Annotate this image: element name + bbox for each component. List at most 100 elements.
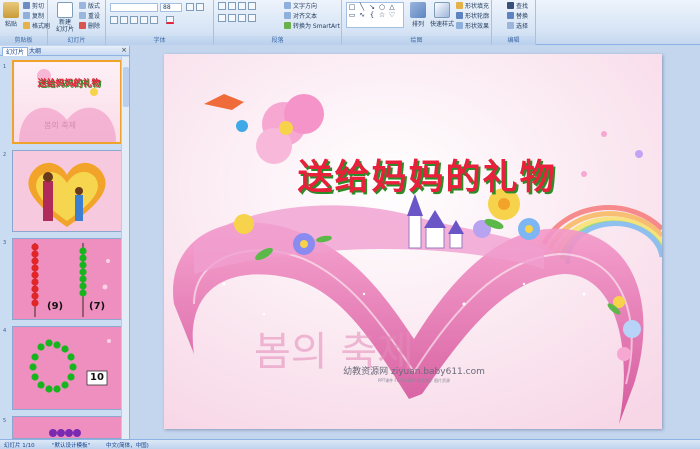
smartart-icon — [284, 22, 291, 29]
reset-button[interactable]: 重设 — [79, 11, 100, 20]
arrange-button[interactable]: 排列 — [408, 2, 428, 28]
arrow-shape-icon[interactable]: ↘ — [368, 3, 376, 11]
quick-styles-button[interactable]: 快速样式 — [430, 2, 454, 28]
slide-thumbnail-1[interactable]: 送给妈妈的礼物 봄의 축제 — [12, 60, 122, 144]
align-left-icon[interactable] — [218, 14, 226, 22]
slides-group: 新建 幻灯片 版式 重设 删除 幻灯片 — [48, 0, 106, 45]
font-color-icon[interactable] — [166, 16, 174, 24]
justify-icon[interactable] — [248, 14, 256, 22]
slide-position: 幻灯片 1/10 — [4, 443, 35, 449]
slide-number: 1 — [3, 64, 7, 70]
star-shape-icon[interactable]: ☆ — [378, 11, 386, 19]
triangle-shape-icon[interactable]: △ — [388, 3, 396, 11]
new-slide-button[interactable]: 新建 幻灯片 — [52, 2, 78, 33]
underline-icon[interactable] — [130, 16, 138, 24]
oval-shape-icon[interactable]: ○ — [378, 3, 386, 11]
layout-icon — [79, 2, 86, 9]
fill-bucket-icon — [456, 2, 463, 9]
slide-2-art — [13, 151, 121, 231]
slide-number: 4 — [3, 328, 7, 334]
slide-3-left-label: (9) — [47, 301, 64, 312]
cut-button[interactable]: 剪切 — [23, 1, 44, 10]
slide-thumbnail-5[interactable] — [12, 416, 122, 439]
paragraph-group: 文字方向 对齐文本 转换为 SmartArt 段落 — [214, 0, 342, 45]
shapes-gallery[interactable]: □ ╲ ↘ ○ △ ▭ ∿{☆ ♡ — [346, 2, 404, 28]
copy-icon — [23, 12, 30, 19]
heart-shape-icon[interactable]: ♡ — [388, 11, 396, 19]
reset-icon — [79, 12, 86, 19]
theme-name[interactable]: "默认设计模板" — [52, 441, 90, 449]
align-text-icon — [284, 12, 291, 19]
slide-3-right-label: (7) — [89, 301, 106, 312]
align-right-icon[interactable] — [238, 14, 246, 22]
format-painter-button[interactable]: 格式刷 — [23, 21, 50, 30]
layout-button[interactable]: 版式 — [79, 1, 100, 10]
grow-font-icon[interactable] — [186, 3, 194, 11]
slide-thumbnail-3[interactable]: (9) (7) — [12, 238, 122, 320]
find-button[interactable]: 查找 — [507, 1, 528, 10]
align-center-icon[interactable] — [228, 14, 236, 22]
rect-shape-icon[interactable]: □ — [348, 3, 356, 11]
status-bar: 幻灯片 1/10 "默认设计模板" 中文(简体，中国) — [0, 439, 700, 449]
shadow-icon[interactable] — [150, 16, 158, 24]
paste-button[interactable]: 粘贴 — [1, 2, 21, 28]
slide-1-title: 送给妈妈的礼物 — [37, 79, 101, 89]
close-icon[interactable]: × — [121, 46, 127, 54]
text-direction-button[interactable]: 文字方向 — [284, 1, 317, 10]
slide-1-watermark: 봄의 축제 — [44, 121, 76, 130]
slide-thumbnail-4[interactable]: 10 — [12, 326, 122, 410]
bold-icon[interactable] — [110, 16, 118, 24]
align-text-button[interactable]: 对齐文本 — [284, 11, 317, 20]
editing-group: 查找 替换 选择 编辑 — [492, 0, 536, 45]
font-size-combo[interactable]: 88 — [160, 3, 182, 12]
numbering-icon[interactable] — [228, 2, 236, 10]
rect2-shape-icon[interactable]: ▭ — [348, 11, 356, 19]
line-shape-icon[interactable]: ╲ — [358, 3, 366, 11]
copy-button[interactable]: 复制 — [23, 11, 44, 20]
curve-shape-icon[interactable]: ∿ — [358, 11, 366, 19]
font-name-combo[interactable] — [110, 3, 158, 12]
brace-shape-icon[interactable]: { — [368, 11, 376, 19]
language-indicator[interactable]: 中文(简体，中国) — [106, 441, 149, 449]
slide-5-art — [13, 417, 121, 438]
increase-indent-icon[interactable] — [248, 2, 256, 10]
clipboard-label: 剪贴板 — [0, 36, 47, 45]
tab-outline[interactable]: 大纲 — [26, 47, 44, 56]
new-slide-icon — [57, 2, 73, 18]
slide-canvas: 봄의 축제 送给妈妈的礼物 幼教资源网 ziyuan.baby611.com P… — [131, 46, 700, 439]
font-group: 88 字体 — [106, 0, 214, 45]
font-label: 字体 — [106, 36, 213, 45]
replace-button[interactable]: 替换 — [507, 11, 528, 20]
tab-slides[interactable]: 幻灯片 — [2, 47, 29, 56]
select-button[interactable]: 选择 — [507, 21, 528, 30]
scissors-icon — [23, 2, 30, 9]
decrease-indent-icon[interactable] — [238, 2, 246, 10]
slide-thumbnail-2[interactable] — [12, 150, 122, 232]
clipboard-icon — [3, 2, 19, 18]
slides-panel: 幻灯片 大纲 × 1 送给妈妈的礼物 봄의 축제 2 3 (9) (7) 4 1… — [0, 46, 130, 439]
bullets-icon[interactable] — [218, 2, 226, 10]
delete-icon — [79, 22, 86, 29]
site-watermark: 幼教资源网 ziyuan.baby611.com — [343, 367, 485, 377]
shrink-font-icon[interactable] — [196, 3, 204, 11]
current-slide[interactable]: 봄의 축제 送给妈妈的礼物 幼教资源网 ziyuan.baby611.com P… — [164, 54, 662, 429]
shape-effects-button[interactable]: 形状效果 — [456, 21, 489, 30]
text-direction-icon — [284, 2, 291, 9]
delete-button[interactable]: 删除 — [79, 21, 100, 30]
shape-outline-button[interactable]: 形状轮廓 — [456, 11, 489, 20]
brush-icon — [23, 22, 30, 29]
paragraph-label: 段落 — [214, 36, 341, 45]
quick-styles-icon — [434, 2, 450, 18]
drawing-group: □ ╲ ↘ ○ △ ▭ ∿{☆ ♡ 排列 快速样式 形状填充 形状轮廓 形状效果 绘图 — [342, 0, 492, 45]
panel-scrollbar[interactable] — [121, 57, 129, 439]
shape-fill-button[interactable]: 形状填充 — [456, 1, 489, 10]
italic-icon[interactable] — [120, 16, 128, 24]
convert-smartart-button[interactable]: 转换为 SmartArt — [284, 21, 340, 30]
binoculars-icon — [507, 2, 514, 9]
scrollbar-thumb[interactable] — [123, 67, 129, 107]
slide-title[interactable]: 送给妈妈的礼物 — [192, 149, 662, 200]
panel-tabs: 幻灯片 大纲 × — [0, 46, 129, 56]
drawing-label: 绘图 — [342, 36, 491, 45]
strikethrough-icon[interactable] — [140, 16, 148, 24]
editing-label: 编辑 — [492, 36, 535, 45]
